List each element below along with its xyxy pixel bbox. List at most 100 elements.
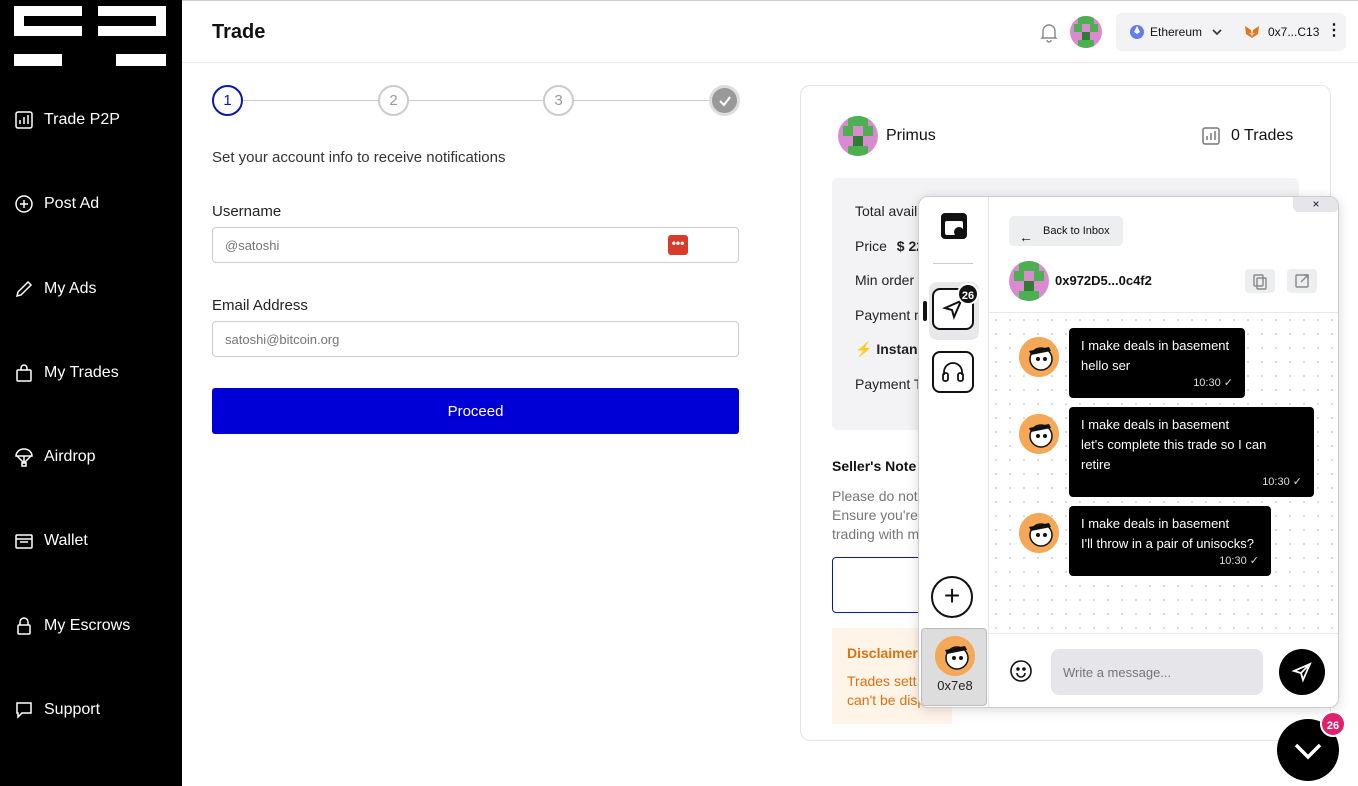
copy-icon bbox=[1253, 274, 1267, 290]
nav-label: My Escrows bbox=[44, 617, 131, 634]
step-connector bbox=[409, 100, 543, 101]
message-time: 10:30 ✓ bbox=[1219, 555, 1259, 567]
nav-wallet[interactable]: Wallet bbox=[14, 531, 88, 551]
min-order-label: Min order bbox=[855, 272, 915, 288]
sender-avatar bbox=[1019, 414, 1059, 454]
message-line: I'll throw in a pair of unisocks? bbox=[1081, 536, 1255, 551]
step-connector bbox=[243, 100, 378, 101]
nav-label: Support bbox=[44, 701, 101, 718]
note-line: Please do not bbox=[832, 488, 918, 504]
network-wallet-box: Ethereum 0x7...C13 ⋮ bbox=[1116, 13, 1346, 51]
message-bubble: I make deals in basement let's complete … bbox=[1069, 407, 1314, 497]
send-icon bbox=[1291, 662, 1312, 683]
chat-tab-send[interactable]: 26 bbox=[929, 282, 979, 340]
sender-avatar bbox=[1019, 513, 1059, 553]
disclaimer-line: Trades sett bbox=[847, 673, 917, 689]
message-line: let's complete this trade so I can bbox=[1081, 437, 1267, 452]
open-external-button[interactable] bbox=[1287, 269, 1317, 293]
chat-icon bbox=[16, 702, 32, 719]
new-chat-button[interactable]: + bbox=[931, 576, 973, 618]
instant-label: Instan bbox=[876, 341, 918, 357]
metamask-icon bbox=[1245, 26, 1259, 38]
message-input[interactable] bbox=[1051, 649, 1263, 695]
disclaimer-text: Trades sett can't be disp bbox=[847, 672, 925, 710]
payment-method-label: Payment m bbox=[855, 307, 926, 323]
note-line: trading with m bbox=[832, 526, 920, 542]
step-complete bbox=[709, 85, 740, 116]
message-bubble: I make deals in basement hello ser 10:30… bbox=[1069, 328, 1245, 398]
bell-icon[interactable] bbox=[1038, 21, 1060, 43]
username-input[interactable] bbox=[212, 227, 739, 263]
lock-icon bbox=[17, 617, 31, 635]
chat-tab-support[interactable] bbox=[929, 345, 979, 403]
nav-label: My Trades bbox=[44, 364, 119, 381]
check-icon bbox=[718, 95, 731, 107]
nav-my-escrows[interactable]: My Escrows bbox=[14, 616, 130, 636]
brand-logo[interactable] bbox=[14, 6, 166, 68]
chat-widget: × 26 + 0x7e8 ← Back to Inbox 0x972D5...0… bbox=[918, 196, 1339, 708]
tile-frame bbox=[932, 351, 974, 393]
price-row: Price $ 22 bbox=[855, 238, 924, 254]
nav-airdrop[interactable]: Airdrop bbox=[14, 447, 96, 467]
seller-note-title: Seller's Note bbox=[832, 458, 917, 474]
nav-label: Airdrop bbox=[44, 448, 96, 465]
seller-name: Primus bbox=[886, 127, 936, 144]
step-2: 2 bbox=[378, 85, 409, 116]
time-text: 10:30 bbox=[1219, 555, 1247, 567]
chevron-down-icon[interactable] bbox=[1210, 25, 1224, 39]
nav-support[interactable]: Support bbox=[14, 700, 100, 720]
contact-avatar bbox=[935, 636, 975, 676]
more-menu-icon[interactable]: ⋮ bbox=[1326, 23, 1342, 39]
seller-avatar bbox=[838, 116, 878, 156]
chat-sidebar: 26 + 0x7e8 bbox=[919, 197, 989, 707]
peer-address: 0x972D5...0c4f2 bbox=[1055, 273, 1152, 288]
message-line: I make deals in basement bbox=[1081, 417, 1230, 432]
selected-marker bbox=[923, 301, 927, 321]
emoji-icon[interactable] bbox=[1009, 659, 1033, 683]
trades-count: 0 Trades bbox=[1231, 127, 1294, 144]
step-3: 3 bbox=[543, 85, 574, 116]
plus-circle-icon bbox=[15, 195, 33, 213]
unread-badge: 26 bbox=[957, 283, 979, 305]
wallet-address[interactable]: 0x7...C13 bbox=[1268, 25, 1319, 39]
close-icon[interactable]: × bbox=[1293, 197, 1338, 212]
nav-post-ad[interactable]: Post Ad bbox=[14, 194, 99, 214]
lightning-icon: ⚡ bbox=[855, 341, 873, 357]
contact-tile[interactable]: 0x7e8 bbox=[921, 628, 987, 706]
message-line: retire bbox=[1081, 457, 1111, 472]
divider bbox=[933, 263, 973, 264]
password-manager-icon[interactable]: ••• bbox=[668, 235, 688, 255]
ethereum-icon bbox=[1130, 25, 1144, 39]
nav-label: Post Ad bbox=[44, 195, 100, 212]
payment-time-label: Payment T bbox=[855, 376, 923, 392]
copy-button[interactable] bbox=[1245, 269, 1275, 293]
time-text: 10:30 bbox=[1193, 377, 1221, 389]
page-title: Trade bbox=[212, 21, 266, 43]
disclaimer-line: can't be disp bbox=[847, 692, 926, 708]
message-bubble: I make deals in basement I'll throw in a… bbox=[1069, 506, 1271, 576]
step-1: 1 bbox=[212, 85, 243, 116]
user-avatar[interactable] bbox=[1070, 16, 1102, 48]
message-line: I make deals in basement bbox=[1081, 516, 1230, 531]
nav-label: Trade P2P bbox=[44, 111, 120, 128]
sidebar: Trade P2P Post Ad My Ads My Trades Airdr… bbox=[0, 0, 182, 786]
nav-trade-p2p[interactable]: Trade P2P bbox=[14, 110, 120, 130]
top-bar: Trade Ethereum 0x7...C13 ⋮ bbox=[182, 0, 1358, 63]
network-selector[interactable]: Ethereum bbox=[1150, 25, 1202, 39]
step-connector bbox=[574, 100, 709, 101]
nav-my-trades[interactable]: My Trades bbox=[14, 363, 119, 383]
username-label: Username bbox=[212, 203, 282, 220]
proceed-button[interactable]: Proceed bbox=[212, 388, 739, 434]
back-to-inbox-button[interactable]: ← Back to Inbox bbox=[1009, 216, 1123, 246]
headset-icon bbox=[942, 362, 964, 382]
email-input[interactable] bbox=[212, 321, 739, 357]
notification-badge: 26 bbox=[1320, 711, 1346, 737]
note-line: Ensure you're bbox=[832, 507, 918, 523]
message-line: I make deals in basement bbox=[1081, 338, 1230, 353]
pencil-icon bbox=[15, 280, 33, 298]
peer-avatar bbox=[1009, 261, 1049, 301]
price-label: Price bbox=[855, 238, 887, 254]
inbox-icon[interactable] bbox=[939, 211, 969, 241]
nav-my-ads[interactable]: My Ads bbox=[14, 279, 96, 299]
send-button[interactable] bbox=[1279, 649, 1325, 695]
